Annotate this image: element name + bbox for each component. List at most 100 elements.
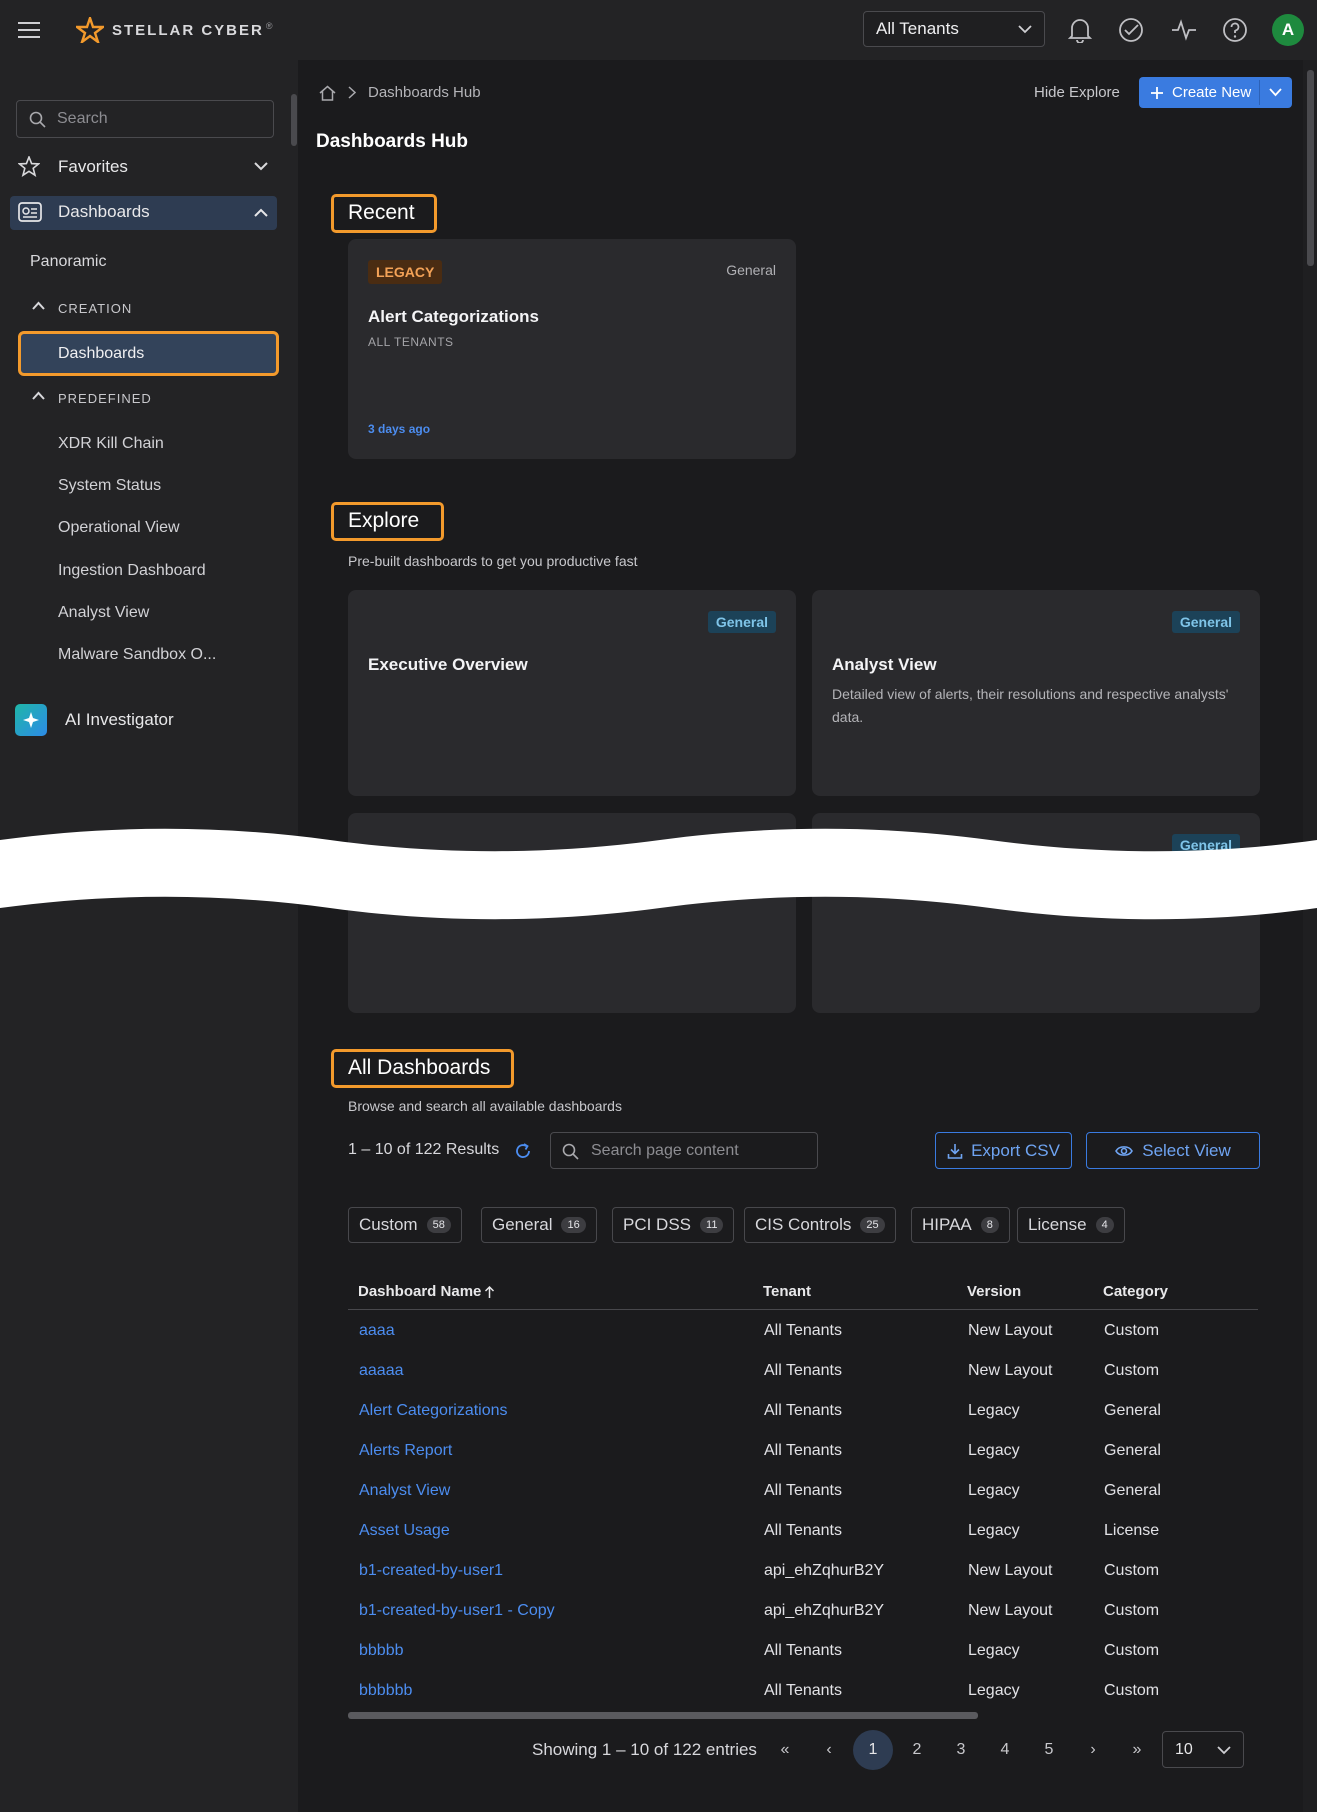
- breadcrumb: Dashboards Hub: [319, 84, 481, 101]
- chip-label: General: [492, 1215, 553, 1234]
- sidebar-item-dashboards[interactable]: Dashboards: [18, 202, 268, 222]
- page-5-button[interactable]: 5: [1029, 1730, 1069, 1770]
- page-size-value: 10: [1175, 1741, 1193, 1758]
- chevron-down-icon[interactable]: [1269, 88, 1282, 97]
- version-cell: Legacy: [968, 1642, 1020, 1659]
- general-badge: General: [1171, 611, 1240, 633]
- avatar[interactable]: A: [1272, 14, 1304, 46]
- tenant-cell: All Tenants: [764, 1482, 842, 1499]
- dashboard-name-link[interactable]: aaaaa: [359, 1362, 404, 1380]
- home-icon[interactable]: [319, 85, 336, 101]
- column-header-category[interactable]: Category: [1103, 1283, 1168, 1300]
- tenant-select-value: All Tenants: [876, 19, 959, 38]
- activity-pulse-icon[interactable]: [1170, 17, 1198, 43]
- logo[interactable]: STELLAR CYBER ®: [76, 17, 272, 43]
- main-scrollbar[interactable]: [1307, 70, 1314, 266]
- filter-chip-cis-controls[interactable]: CIS Controls 25: [744, 1207, 896, 1243]
- last-page-icon[interactable]: »: [1117, 1730, 1157, 1770]
- all-dashboards-title: All Dashboards: [348, 1056, 491, 1079]
- column-header-dashboard-name[interactable]: Dashboard Name: [358, 1283, 495, 1300]
- creation-group-toggle[interactable]: [32, 301, 45, 310]
- dashboard-name-link[interactable]: bbbbb: [359, 1642, 404, 1660]
- create-new-button[interactable]: Create New: [1139, 77, 1292, 108]
- dashboard-name-link[interactable]: b1-created-by-user1: [359, 1562, 503, 1580]
- dashboard-name-link[interactable]: Asset Usage: [359, 1522, 450, 1540]
- tenant-cell: All Tenants: [764, 1682, 842, 1699]
- predefined-group-toggle[interactable]: [32, 391, 45, 400]
- sidebar-item-panoramic[interactable]: Panoramic: [30, 253, 106, 271]
- tenant-cell: All Tenants: [764, 1642, 842, 1659]
- sidebar-search-placeholder: Search: [57, 110, 108, 127]
- sidebar-item-ingestion-dashboard[interactable]: Ingestion Dashboard: [58, 562, 206, 580]
- explore-card-analyst-view[interactable]: General Analyst View Detailed view of al…: [812, 590, 1260, 796]
- table-horizontal-scrollbar[interactable]: [348, 1712, 978, 1719]
- create-new-label: Create New: [1172, 84, 1252, 101]
- sidebar-scrollbar[interactable]: [291, 94, 297, 146]
- sidebar-item-analyst-view[interactable]: Analyst View: [58, 604, 149, 622]
- category-cell: General: [1104, 1442, 1161, 1459]
- hide-explore-link[interactable]: Hide Explore: [1034, 84, 1120, 101]
- filter-chip-pci-dss[interactable]: PCI DSS 11: [612, 1207, 735, 1243]
- category-cell: Custom: [1104, 1602, 1160, 1619]
- sidebar-search-input[interactable]: Search: [16, 100, 274, 138]
- refresh-icon[interactable]: [512, 1140, 534, 1162]
- next-page-icon[interactable]: ›: [1073, 1730, 1113, 1770]
- page-2-button[interactable]: 2: [897, 1730, 937, 1770]
- filter-chip-custom[interactable]: Custom 58: [348, 1207, 462, 1243]
- bell-icon[interactable]: [1066, 15, 1094, 45]
- sidebar-item-system-status[interactable]: System Status: [58, 477, 161, 495]
- help-icon[interactable]: [1221, 16, 1249, 44]
- recent-card[interactable]: LEGACY General Alert Categorizations ALL…: [348, 239, 796, 459]
- dashboard-name-link[interactable]: Analyst View: [359, 1482, 450, 1500]
- chevron-right-icon: [348, 86, 356, 99]
- table-row: aaaa All Tenants New Layout Custom: [348, 1312, 1258, 1352]
- chip-label: PCI DSS: [623, 1215, 692, 1234]
- column-header-tenant[interactable]: Tenant: [763, 1283, 811, 1300]
- first-page-icon[interactable]: «: [765, 1730, 805, 1770]
- filter-chip-general[interactable]: General 16: [481, 1207, 597, 1243]
- page-4-button[interactable]: 4: [985, 1730, 1025, 1770]
- chip-label: HIPAA: [922, 1215, 972, 1234]
- dashboard-name-link[interactable]: Alerts Report: [359, 1442, 452, 1460]
- brand-name: STELLAR CYBER: [112, 21, 264, 39]
- chip-count: 25: [860, 1217, 885, 1233]
- dashboard-name-link[interactable]: Alert Categorizations: [359, 1402, 508, 1420]
- sidebar-item-malware-sandbox[interactable]: Malware Sandbox O...: [58, 646, 216, 664]
- sidebar-item-ai-investigator[interactable]: AI Investigator: [15, 704, 174, 736]
- page-size-select[interactable]: 10: [1162, 1731, 1244, 1768]
- breadcrumb-current: Dashboards Hub: [368, 84, 481, 101]
- predefined-caption: PREDEFINED: [58, 391, 152, 406]
- sidebar-item-xdr-kill-chain[interactable]: XDR Kill Chain: [58, 435, 164, 453]
- dashboard-name-link[interactable]: b1-created-by-user1 - Copy: [359, 1602, 555, 1620]
- results-count: 1 – 10 of 122 Results: [348, 1141, 500, 1158]
- select-view-button[interactable]: Select View: [1086, 1132, 1260, 1169]
- dashboard-name-link[interactable]: bbbbbb: [359, 1682, 412, 1700]
- menu-icon[interactable]: [16, 18, 42, 42]
- table-row: Alerts Report All Tenants Legacy General: [348, 1432, 1258, 1472]
- sidebar-item-operational-view[interactable]: Operational View: [58, 519, 180, 537]
- filter-chip-license[interactable]: License 4: [1017, 1207, 1125, 1243]
- dashboard-name-link[interactable]: aaaa: [359, 1322, 395, 1340]
- card-time: 3 days ago: [368, 422, 431, 436]
- check-circle-icon[interactable]: [1117, 16, 1145, 44]
- table-row: bbbbb All Tenants Legacy Custom: [348, 1632, 1258, 1672]
- tenant-cell: api_ehZqhurB2Y: [764, 1562, 885, 1579]
- explore-card-executive-overview[interactable]: General Executive Overview: [348, 590, 796, 796]
- column-header-version[interactable]: Version: [967, 1283, 1021, 1300]
- sidebar: [0, 60, 298, 1812]
- sidebar-item-favorites[interactable]: Favorites: [18, 156, 268, 177]
- tenant-select[interactable]: All Tenants: [863, 11, 1045, 47]
- page-3-button[interactable]: 3: [941, 1730, 981, 1770]
- table-header-divider: [348, 1309, 1258, 1310]
- version-cell: New Layout: [968, 1322, 1053, 1339]
- filter-chip-hipaa[interactable]: HIPAA 8: [911, 1207, 1010, 1243]
- version-cell: Legacy: [968, 1682, 1020, 1699]
- sidebar-item-label: Favorites: [58, 156, 128, 176]
- column-header-label: Dashboard Name: [358, 1283, 482, 1300]
- sidebar-item-label: Dashboards: [58, 345, 145, 362]
- prev-page-icon[interactable]: ‹: [809, 1730, 849, 1770]
- chevron-up-icon: [32, 301, 45, 310]
- export-csv-button[interactable]: Export CSV: [935, 1132, 1072, 1169]
- page-1-button[interactable]: 1: [853, 1730, 893, 1770]
- table-search-input[interactable]: Search page content: [550, 1132, 818, 1169]
